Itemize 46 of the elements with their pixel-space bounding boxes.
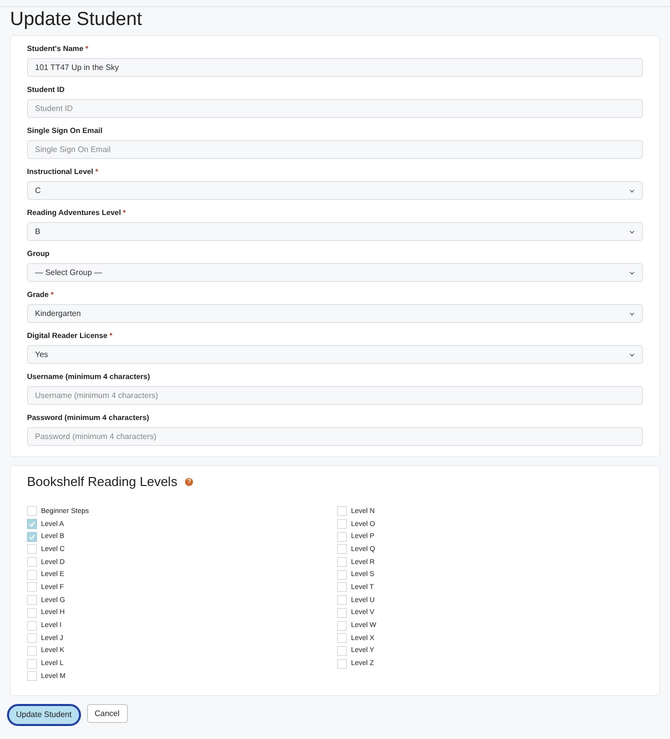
checkbox[interactable] <box>27 570 37 580</box>
checkbox[interactable] <box>337 620 347 631</box>
select-field[interactable]: C <box>27 181 643 200</box>
checkbox[interactable] <box>337 532 347 542</box>
checkbox[interactable] <box>337 595 347 606</box>
checkbox[interactable] <box>27 646 37 656</box>
input-field[interactable]: 101 TT47 Up in the Sky <box>27 58 643 77</box>
checkbox[interactable] <box>27 544 37 554</box>
page-title: Update Student <box>10 9 144 31</box>
checkbox[interactable] <box>337 557 347 568</box>
checkbox[interactable] <box>27 608 37 618</box>
checkbox[interactable] <box>27 658 37 669</box>
checkbox[interactable] <box>337 633 347 644</box>
cancel-button[interactable]: Cancel <box>86 704 128 723</box>
chevron-down-icon <box>629 230 635 234</box>
chevron-down-icon <box>629 312 635 316</box>
chevron-down-icon <box>629 270 635 274</box>
checkbox[interactable] <box>27 506 37 516</box>
checkbox[interactable] <box>27 633 37 644</box>
chevron-down-icon <box>629 352 635 356</box>
select-field[interactable]: Kindergarten <box>27 304 643 323</box>
input-field[interactable]: Password (minimum 4 characters) <box>27 427 643 446</box>
select-field[interactable]: Yes <box>27 345 643 364</box>
checkbox[interactable] <box>337 506 347 516</box>
checkbox[interactable] <box>27 582 37 592</box>
checkbox[interactable] <box>337 658 347 669</box>
section-title: Bookshelf Reading Levels <box>27 474 178 489</box>
checkbox[interactable] <box>27 519 37 530</box>
checkbox[interactable] <box>337 646 347 656</box>
checkbox[interactable] <box>27 557 37 568</box>
checkbox[interactable] <box>27 532 37 542</box>
checkbox[interactable] <box>337 544 347 554</box>
checkbox[interactable] <box>337 608 347 618</box>
select-field[interactable]: — Select Group — <box>27 263 643 282</box>
input-field[interactable]: Single Sign On Email <box>27 140 643 159</box>
checkbox[interactable] <box>337 519 347 530</box>
checkbox[interactable] <box>337 582 347 592</box>
checkbox[interactable] <box>27 671 37 682</box>
submit-button[interactable]: Update Student <box>7 704 81 726</box>
select-field[interactable]: B <box>27 222 643 241</box>
chevron-down-icon <box>629 188 635 192</box>
input-field[interactable]: Student ID <box>27 99 643 118</box>
input-field[interactable]: Username (minimum 4 characters) <box>27 386 643 405</box>
checkbox[interactable] <box>337 570 347 580</box>
checkbox[interactable] <box>27 595 37 606</box>
checkbox[interactable] <box>27 620 37 631</box>
